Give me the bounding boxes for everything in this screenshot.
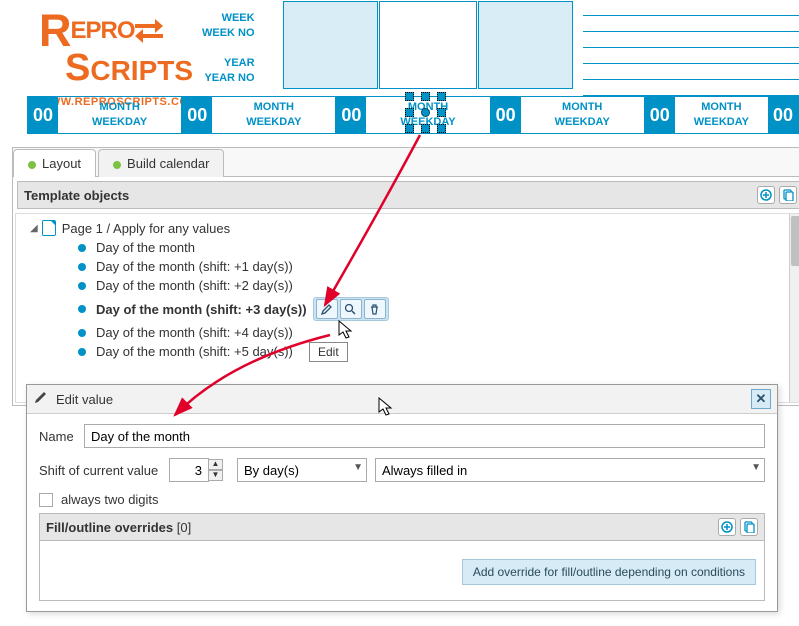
zoom-icon[interactable] — [340, 299, 362, 319]
tree-item[interactable]: Day of the month (shift: +4 day(s)) — [68, 323, 799, 342]
page-icon — [42, 220, 56, 236]
add-icon[interactable] — [757, 186, 775, 204]
tree-root[interactable]: ◢ Page 1 / Apply for any values — [20, 218, 799, 238]
fill-mode-select[interactable]: Always filled in — [375, 458, 765, 482]
tree-item[interactable]: Day of the month (shift: +2 day(s)) — [68, 276, 799, 295]
add-icon[interactable] — [718, 518, 736, 536]
paste-icon[interactable] — [740, 518, 758, 536]
unit-select[interactable]: By day(s) — [237, 458, 367, 482]
name-label: Name — [39, 429, 84, 444]
edit-value-dialog: Edit value ✕ Name Shift of current value… — [26, 384, 778, 612]
tree-item-selected[interactable]: Day of the month (shift: +3 day(s)) — [68, 295, 799, 323]
day-tab[interactable]: 00 MONTHWEEKDAY 00 — [644, 96, 799, 134]
close-icon[interactable]: ✕ — [751, 389, 771, 409]
day-tabs-row: 00 MONTHWEEKDAY 00 MONTHWEEKDAY 00 MONTH… — [27, 96, 799, 134]
collapse-icon[interactable]: ◢ — [30, 223, 38, 234]
tree-item[interactable]: Day of the month (shift: +1 day(s)) — [68, 257, 799, 276]
tab-build-calendar[interactable]: Build calendar — [98, 149, 224, 177]
header-labels: WEEK WEEK NO YEAR YEAR NO — [202, 11, 255, 86]
tree-item[interactable]: Day of the month — [68, 238, 799, 257]
name-input[interactable] — [84, 424, 765, 448]
day-tab[interactable]: 00 MONTHWEEKDAY — [490, 96, 645, 134]
spin-up[interactable]: ▲ — [209, 459, 223, 470]
paste-icon[interactable] — [779, 186, 797, 204]
delete-icon[interactable] — [364, 299, 386, 319]
two-digits-checkbox[interactable]: always two digits — [39, 492, 765, 507]
edit-icon[interactable] — [316, 299, 338, 319]
scrollbar[interactable] — [789, 214, 799, 402]
logo: R EPRO SCRIPTS WWW.REPROSCRIPTS.COM — [39, 5, 198, 108]
spin-down[interactable]: ▼ — [209, 470, 223, 481]
day-tab[interactable]: 00 MONTHWEEKDAY — [27, 96, 182, 134]
header-boxes — [283, 1, 574, 89]
template-objects-header: Template objects — [17, 181, 799, 209]
overrides-header: Fill/outline overrides [0] — [39, 513, 765, 541]
shift-value-input[interactable] — [169, 458, 209, 482]
pencil-icon — [33, 390, 48, 408]
object-tree[interactable]: ◢ Page 1 / Apply for any values Day of t… — [15, 213, 799, 403]
shift-label: Shift of current value — [39, 463, 169, 478]
day-tab[interactable]: 00 MONTHWEEKDAY — [181, 96, 336, 134]
tab-layout[interactable]: Layout — [13, 149, 96, 177]
tooltip-edit: Edit — [309, 342, 348, 362]
add-override-button[interactable]: Add override for fill/outline depending … — [462, 559, 756, 585]
template-panel: Layout Build calendar Template objects ◢ — [12, 147, 799, 406]
day-tab[interactable]: 00 MONTHWEEKDAY — [335, 96, 490, 134]
dialog-title: Edit value — [56, 392, 751, 407]
tree-item[interactable]: Day of the month (shift: +5 day(s)) — [68, 342, 799, 361]
